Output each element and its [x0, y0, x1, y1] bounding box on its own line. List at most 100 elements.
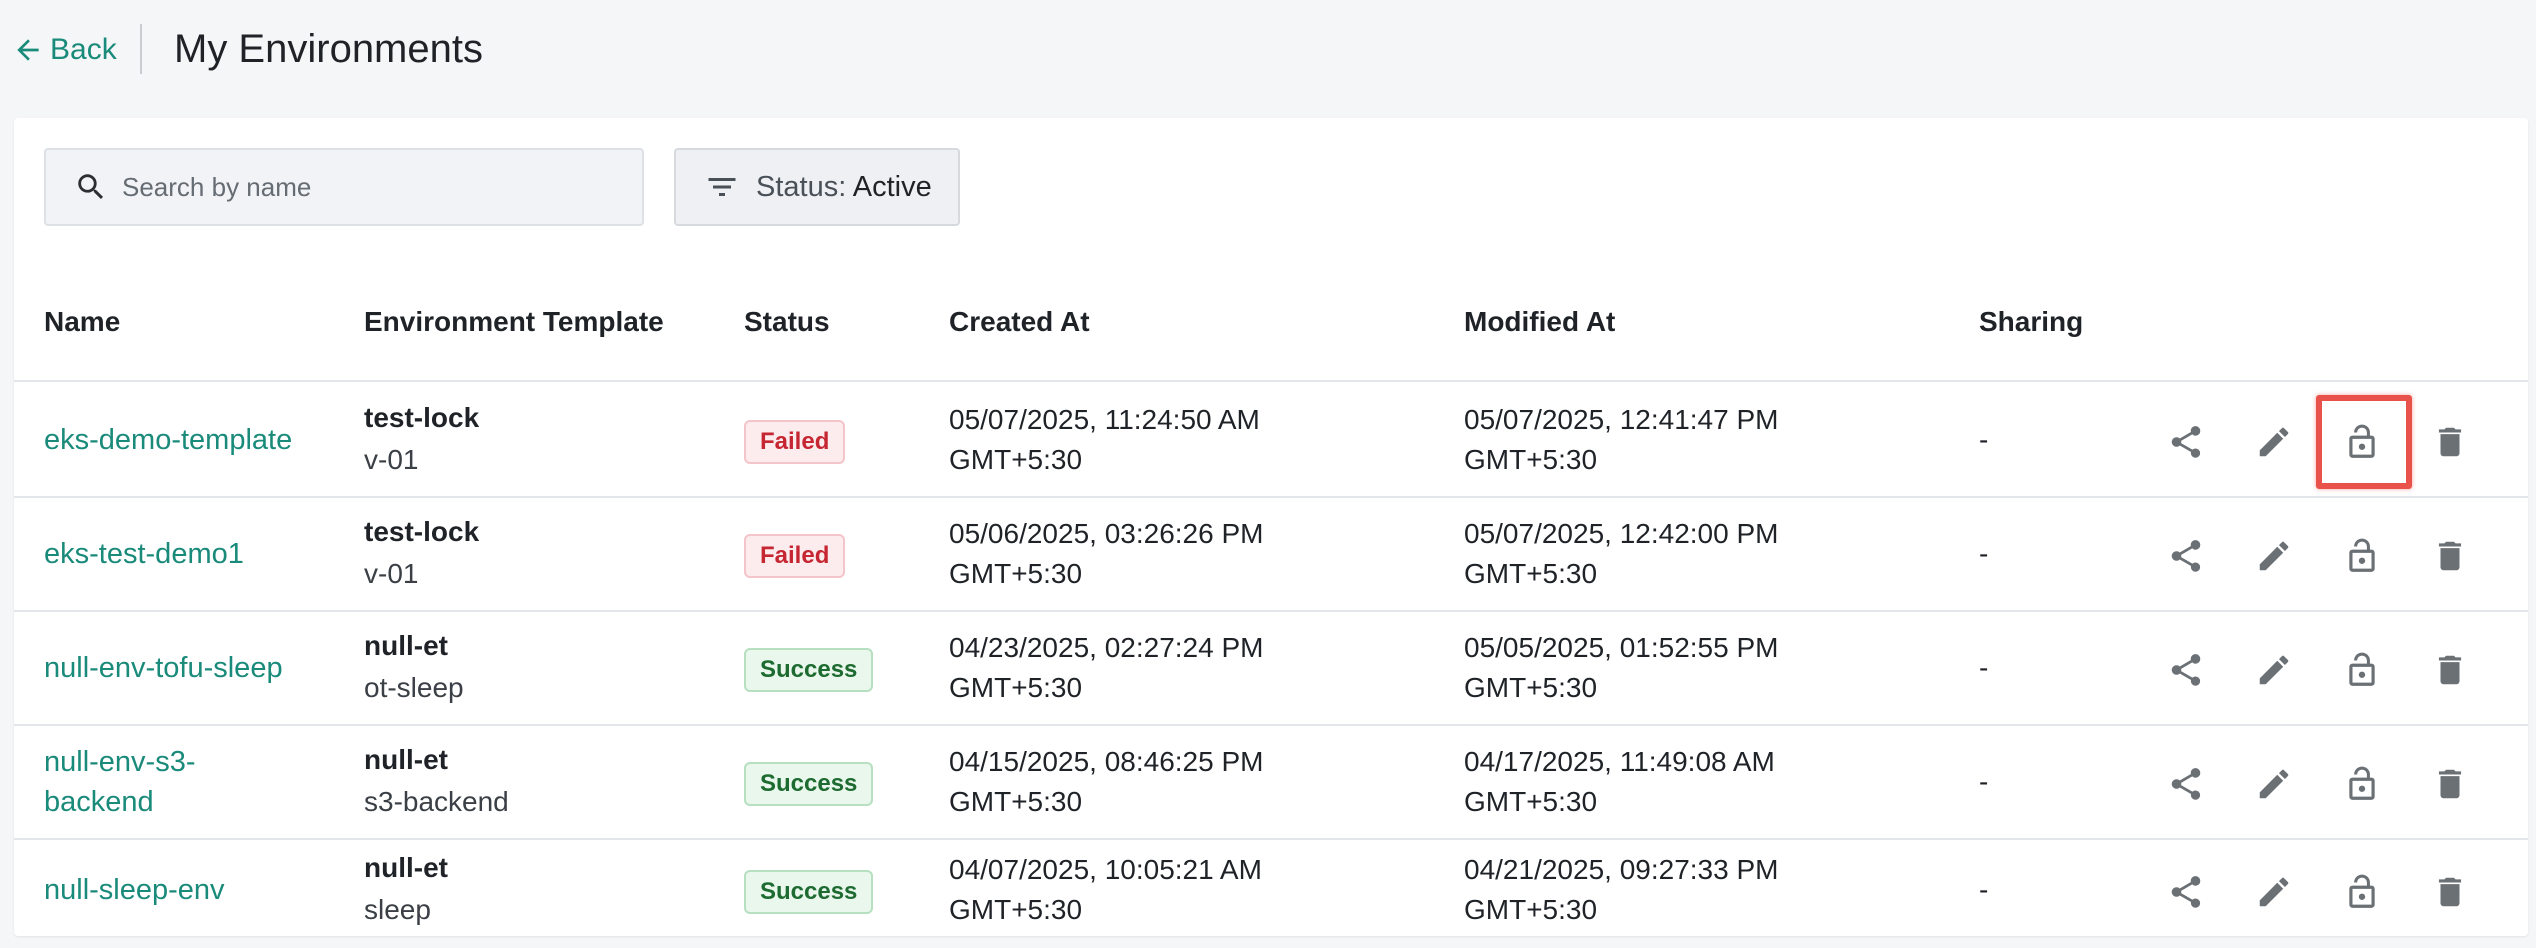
table-header: Name Environment Template Status Created… — [14, 268, 2528, 382]
created-date: 04/07/2025, 10:05:21 AM — [949, 854, 1262, 885]
share-icon — [2171, 540, 2201, 572]
template-name: null-et — [364, 744, 448, 775]
template-cell: test-lock v-01 — [364, 512, 479, 596]
lock-icon — [2349, 652, 2375, 686]
share-icon — [2171, 876, 2201, 908]
created-tz: GMT+5:30 — [949, 672, 1083, 703]
template-name: test-lock — [364, 402, 480, 433]
edit-button[interactable] — [2250, 646, 2298, 694]
delete-button[interactable] — [2426, 868, 2474, 916]
filter-value: Active — [852, 170, 932, 203]
page-title: My Environments — [174, 27, 483, 71]
lock-button[interactable] — [2338, 868, 2386, 916]
column-header-sharing: Sharing — [1979, 306, 2084, 337]
created-tz: GMT+5:30 — [949, 786, 1083, 817]
lock-icon — [2349, 874, 2375, 908]
status-badge: Failed — [744, 534, 846, 578]
sharing-value: - — [1979, 766, 1989, 797]
environment-name-line: null-sleep-env — [44, 874, 225, 906]
status-badge: Success — [744, 762, 874, 806]
edit-icon — [2259, 655, 2289, 685]
search-icon — [78, 174, 104, 200]
created-at: 05/06/2025, 03:26:26 PM GMT+5:30 — [949, 514, 1263, 594]
arrow-left-icon — [17, 39, 39, 61]
created-tz: GMT+5:30 — [949, 894, 1083, 925]
environment-name-link[interactable]: eks-test-demo1 — [44, 534, 304, 574]
modified-tz: GMT+5:30 — [1464, 672, 1598, 703]
modified-tz: GMT+5:30 — [1464, 444, 1598, 475]
environment-name-link[interactable]: null-env-s3- backend — [44, 742, 304, 822]
environment-name-link[interactable]: eks-demo-template — [44, 420, 304, 460]
created-at: 04/15/2025, 08:46:25 PM GMT+5:30 — [949, 742, 1263, 822]
edit-button[interactable] — [2250, 868, 2298, 916]
lock-button[interactable] — [2338, 532, 2386, 580]
delete-button[interactable] — [2426, 532, 2474, 580]
modified-at: 05/05/2025, 01:52:55 PM GMT+5:30 — [1464, 628, 1778, 708]
table-row: null-env-tofu-sleep null-et ot-sleep Suc… — [14, 612, 2528, 726]
modified-tz: GMT+5:30 — [1464, 786, 1598, 817]
edit-button[interactable] — [2250, 760, 2298, 808]
created-at: 04/07/2025, 10:05:21 AM GMT+5:30 — [949, 850, 1262, 930]
sharing-value: - — [1979, 874, 1989, 905]
created-at: 04/23/2025, 02:27:24 PM GMT+5:30 — [949, 628, 1263, 708]
delete-icon — [2438, 541, 2462, 571]
modified-date: 04/17/2025, 11:49:08 AM — [1464, 746, 1775, 777]
share-button[interactable] — [2162, 868, 2210, 916]
created-date: 04/15/2025, 08:46:25 PM — [949, 746, 1264, 777]
lock-button[interactable] — [2338, 760, 2386, 808]
lock-button[interactable] — [2338, 418, 2386, 466]
table-row: null-env-s3- backend null-et s3-backend … — [14, 726, 2528, 840]
modified-at: 05/07/2025, 12:41:47 PM GMT+5:30 — [1464, 400, 1778, 480]
template-name: test-lock — [364, 516, 480, 547]
delete-icon — [2438, 427, 2462, 457]
environments-card: Status: Active Name Environment Template… — [14, 118, 2528, 936]
edit-button[interactable] — [2250, 532, 2298, 580]
share-button[interactable] — [2162, 532, 2210, 580]
modified-at: 04/17/2025, 11:49:08 AM GMT+5:30 — [1464, 742, 1775, 822]
header-divider — [140, 24, 142, 74]
delete-icon — [2438, 769, 2462, 799]
share-button[interactable] — [2162, 760, 2210, 808]
back-link[interactable]: Back — [12, 28, 117, 72]
environment-name-line: eks-test-demo1 — [44, 538, 244, 570]
environment-name-line: null-env-tofu-sleep — [44, 652, 283, 684]
delete-button[interactable] — [2426, 418, 2474, 466]
edit-icon — [2259, 427, 2289, 457]
edit-icon — [2259, 541, 2289, 571]
search-input[interactable] — [122, 171, 602, 203]
share-button[interactable] — [2162, 646, 2210, 694]
environment-name-link[interactable]: null-sleep-env — [44, 870, 304, 910]
status-badge: Success — [744, 648, 874, 692]
share-button[interactable] — [2162, 418, 2210, 466]
template-cell: null-et sleep — [364, 848, 448, 932]
lock-icon — [2349, 424, 2375, 458]
delete-button[interactable] — [2426, 760, 2474, 808]
lock-button[interactable] — [2338, 646, 2386, 694]
template-version: s3-backend — [364, 786, 509, 817]
share-icon — [2171, 768, 2201, 800]
environment-name-link[interactable]: null-env-tofu-sleep — [44, 648, 304, 688]
template-version: v-01 — [364, 444, 419, 475]
environment-name-line: backend — [44, 786, 154, 818]
lock-icon — [2349, 538, 2375, 572]
template-cell: test-lock v-01 — [364, 398, 479, 482]
environment-name-line: null-env-s3- — [44, 746, 196, 778]
delete-icon — [2438, 655, 2462, 685]
back-label: Back — [50, 33, 117, 66]
created-at: 05/07/2025, 11:24:50 AM GMT+5:30 — [949, 400, 1260, 480]
column-header-template: Environment Template — [364, 306, 664, 337]
column-header-status: Status — [744, 306, 830, 337]
filter-key: Status: — [756, 170, 847, 203]
modified-date: 05/07/2025, 12:41:47 PM — [1464, 404, 1779, 435]
edit-button[interactable] — [2250, 418, 2298, 466]
delete-button[interactable] — [2426, 646, 2474, 694]
column-header-name: Name — [44, 306, 121, 337]
status-filter-button[interactable]: Status: Active — [674, 148, 960, 226]
template-cell: null-et ot-sleep — [364, 626, 464, 710]
modified-date: 04/21/2025, 09:27:33 PM — [1464, 854, 1779, 885]
created-date: 04/23/2025, 02:27:24 PM — [949, 632, 1264, 663]
search-box[interactable] — [44, 148, 644, 226]
created-tz: GMT+5:30 — [949, 444, 1083, 475]
column-header-created: Created At — [949, 306, 1090, 337]
modified-tz: GMT+5:30 — [1464, 558, 1598, 589]
